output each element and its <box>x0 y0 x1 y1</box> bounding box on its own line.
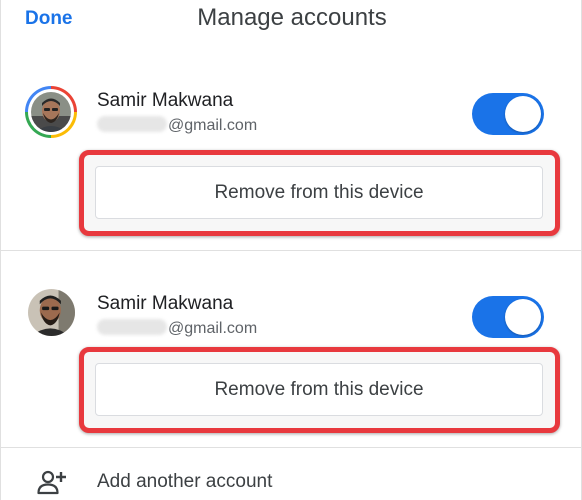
remove-from-device-button[interactable]: Remove from this device <box>95 363 543 416</box>
sync-toggle[interactable] <box>472 296 544 338</box>
page-title: Manage accounts <box>197 4 387 31</box>
email-suffix: @gmail.com <box>168 320 258 337</box>
account-email: @gmail.com <box>97 116 257 135</box>
add-account-label: Add another account <box>97 471 273 492</box>
toggle-knob <box>505 96 541 132</box>
avatar[interactable] <box>25 86 77 138</box>
add-person-icon <box>37 470 66 495</box>
divider <box>1 447 582 448</box>
highlight-box: Remove from this device <box>79 347 560 433</box>
account-email: @gmail.com <box>97 319 257 338</box>
account-name: Samir Makwana <box>97 293 234 314</box>
manage-accounts-screen: Done Manage accounts Samir Makwana @gmai… <box>0 0 582 500</box>
account-name: Samir Makwana <box>97 90 234 111</box>
remove-from-device-button[interactable]: Remove from this device <box>95 166 543 219</box>
email-suffix: @gmail.com <box>168 117 258 134</box>
avatar[interactable] <box>28 289 75 336</box>
redacted-email-local-part <box>97 116 167 132</box>
divider <box>1 250 582 251</box>
sync-toggle[interactable] <box>472 93 544 135</box>
avatar-ring-inner <box>28 89 74 135</box>
highlight-box: Remove from this device <box>79 150 560 236</box>
toggle-knob <box>505 299 541 335</box>
redacted-email-local-part <box>97 319 167 335</box>
add-another-account-button[interactable]: Add another account <box>1 460 582 500</box>
avatar-photo <box>28 289 75 336</box>
avatar-photo <box>31 92 71 132</box>
header: Done Manage accounts <box>1 0 582 36</box>
